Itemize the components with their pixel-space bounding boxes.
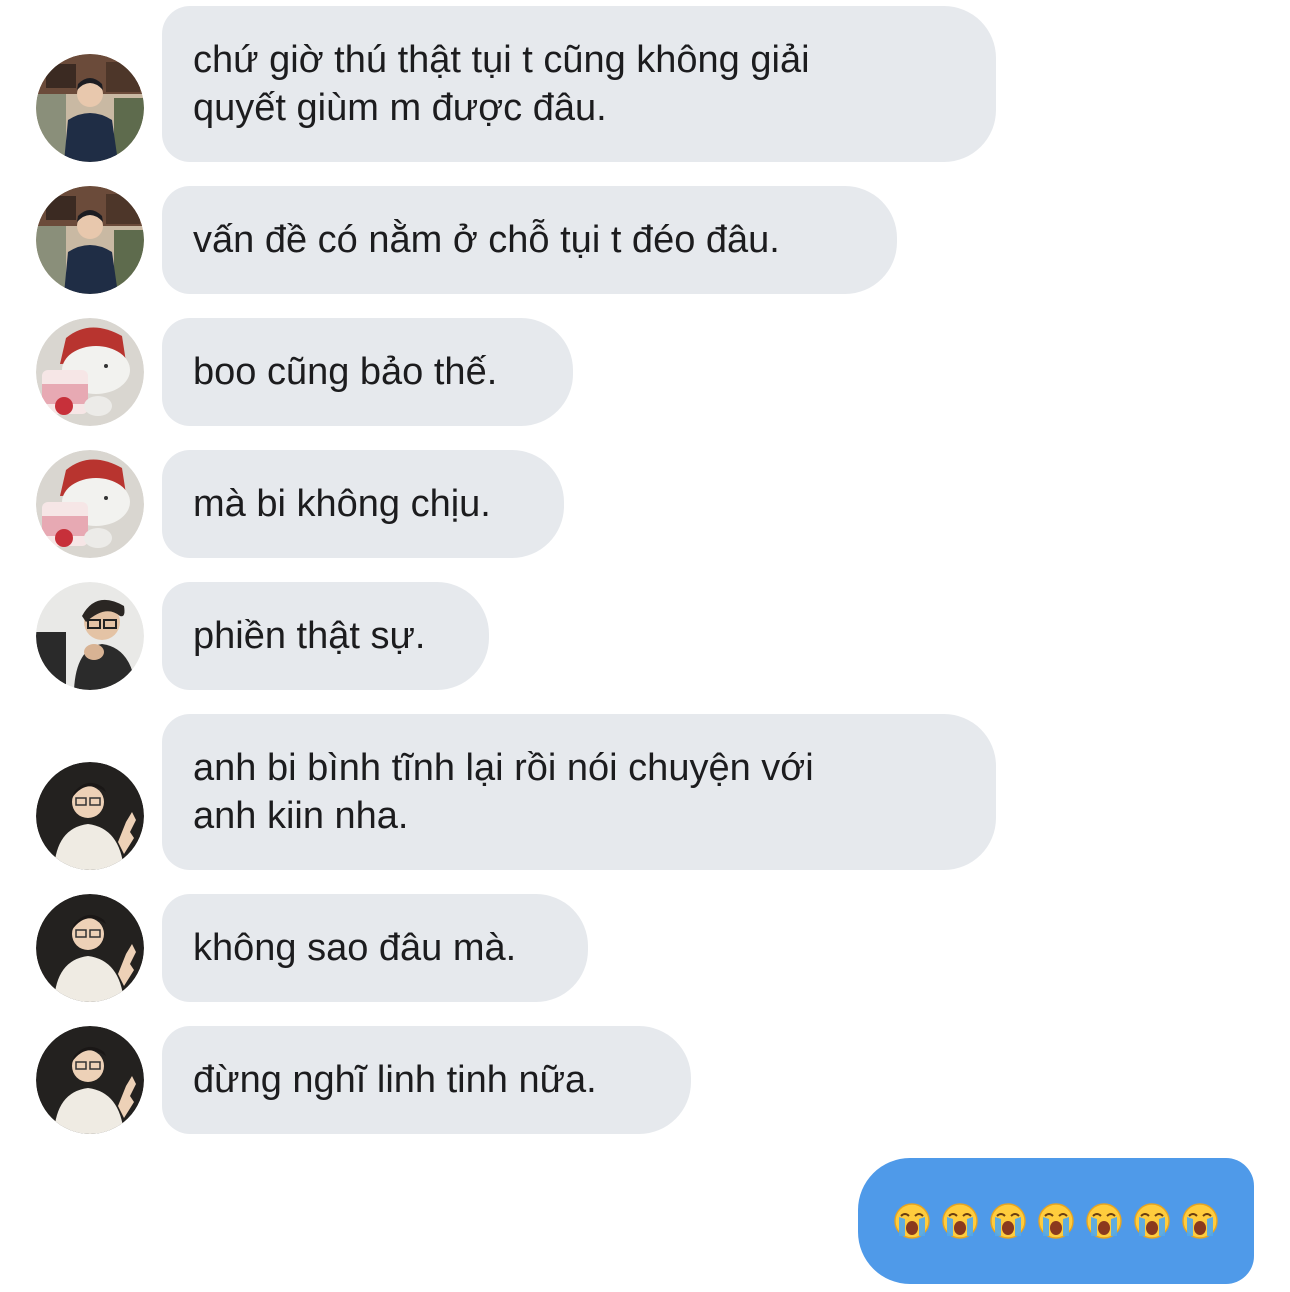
loudly-crying-face-icon [1038,1203,1074,1239]
avatar[interactable] [36,54,144,162]
message-bubble[interactable]: đừng nghĩ linh tinh nữa. [162,1026,691,1134]
message-bubble[interactable]: chứ giờ thú thật tụi t cũng không giải q… [162,6,996,162]
message-bubble[interactable]: anh bi bình tĩnh lại rồi nói chuyện với … [162,714,996,870]
profile-photo-icon [36,762,144,870]
avatar[interactable] [36,318,144,426]
message-bubble[interactable]: mà bi không chịu. [162,450,564,558]
avatar[interactable] [36,762,144,870]
profile-photo-icon [36,450,144,558]
avatar[interactable] [36,894,144,1002]
message-bubble[interactable]: vấn đề có nằm ở chỗ tụi t đéo đâu. [162,186,897,294]
profile-photo-icon [36,582,144,690]
message-bubble[interactable]: phiền thật sự. [162,582,489,690]
avatar[interactable] [36,1026,144,1134]
loudly-crying-face-icon [990,1203,1026,1239]
profile-photo-icon [36,318,144,426]
loudly-crying-face-icon [894,1203,930,1239]
avatar[interactable] [36,186,144,294]
message-bubble[interactable]: không sao đâu mà. [162,894,588,1002]
loudly-crying-face-icon [1086,1203,1122,1239]
profile-photo-icon [36,54,144,162]
profile-photo-icon [36,1026,144,1134]
message-bubble[interactable]: boo cũng bảo thế. [162,318,573,426]
avatar[interactable] [36,450,144,558]
avatar[interactable] [36,582,144,690]
loudly-crying-face-icon [942,1203,978,1239]
loudly-crying-face-icon [1182,1203,1218,1239]
sent-message-bubble[interactable] [858,1158,1254,1284]
profile-photo-icon [36,894,144,1002]
loudly-crying-face-icon [1134,1203,1170,1239]
profile-photo-icon [36,186,144,294]
